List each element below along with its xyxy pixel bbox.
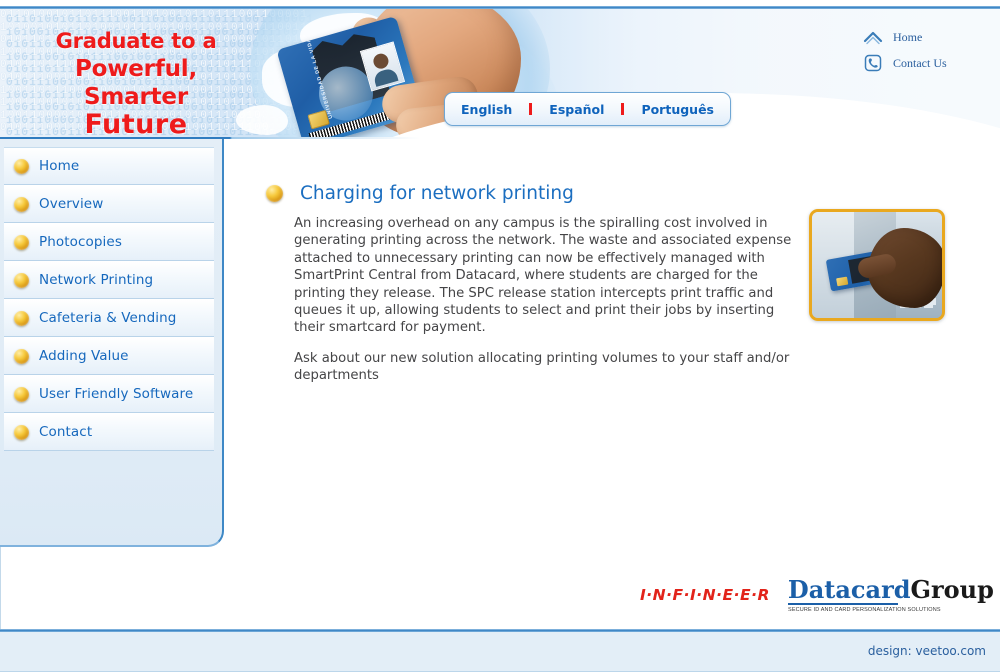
sidebar-item-photocopies[interactable]: Photocopies	[4, 223, 214, 261]
banner-headline: Graduate to a Powerful, Smarter Future	[20, 27, 252, 137]
bullet-sphere-icon	[14, 234, 29, 250]
headline-line-2: Powerful, Smarter	[74, 56, 198, 110]
footer-logos: I·N·F·I·N·E·E·R DatacardGroup SECURE ID …	[640, 578, 994, 622]
headline-line-3: Future	[84, 109, 188, 138]
portrait-face	[371, 51, 391, 71]
sidebar-panel: Home Overview Photocopies Network Printi…	[0, 139, 224, 547]
datacard-wordmark-blue: Datacard	[787, 575, 911, 604]
main-content: Charging for network printing An increas…	[226, 139, 1000, 629]
bullet-sphere-icon	[14, 158, 29, 174]
sidebar-item-label: Network Printing	[39, 272, 154, 288]
sidebar-item-home[interactable]: Home	[4, 147, 214, 185]
page-root: 0110100101101110011010010110111001100001…	[0, 0, 1000, 672]
bullet-sphere-icon	[14, 196, 29, 212]
card-chip-icon	[307, 109, 330, 130]
sidebar-item-label: User Friendly Software	[39, 386, 194, 402]
article-body: An increasing overhead on any campus is …	[294, 215, 807, 385]
datacard-tagline: SECURE ID AND CARD PERSONALIZATION SOLUT…	[787, 607, 941, 613]
design-credit[interactable]: design: veetoo.com	[868, 644, 986, 658]
sidebar-item-network-printing[interactable]: Network Printing	[4, 261, 214, 299]
datacard-wordmark: DatacardGroup	[788, 578, 994, 602]
utility-nav: Home Contact Us	[862, 24, 982, 76]
sidebar-menu: Home Overview Photocopies Network Printi…	[0, 147, 222, 451]
home-icon	[862, 26, 884, 48]
sidebar-item-contact[interactable]: Contact	[4, 413, 214, 451]
sidebar-item-label: Cafeteria & Vending	[39, 310, 177, 326]
language-tab-english[interactable]: English	[444, 102, 529, 117]
bullet-sphere-icon	[14, 310, 29, 326]
utility-nav-item-contact-us[interactable]: Contact Us	[862, 50, 982, 76]
sidebar-item-overview[interactable]: Overview	[4, 185, 214, 223]
utility-nav-label-contact-us: Contact Us	[893, 55, 947, 70]
footer-bar: design: veetoo.com	[0, 632, 1000, 672]
utility-nav-label-home: Home	[893, 29, 923, 44]
sidebar-item-label: Adding Value	[39, 348, 129, 364]
language-tab-portugues[interactable]: Português	[624, 102, 731, 117]
bullet-sphere-icon	[14, 424, 29, 440]
sidebar-item-user-friendly-software[interactable]: User Friendly Software	[4, 375, 214, 413]
sidebar-item-label: Home	[39, 158, 80, 174]
bullet-sphere-icon	[14, 348, 29, 364]
sidebar-item-label: Overview	[39, 196, 104, 212]
page-title-row: Charging for network printing	[266, 183, 574, 204]
datacard-wordmark-black: Group	[910, 575, 994, 604]
sidebar-item-label: Photocopies	[39, 234, 122, 250]
infineer-logo: I·N·F·I·N·E·E·R	[640, 586, 770, 604]
bullet-sphere-icon	[266, 185, 283, 202]
utility-nav-item-home[interactable]: Home	[862, 24, 982, 50]
language-selector-bar: English Español Português	[444, 92, 731, 126]
page-title: Charging for network printing	[300, 183, 574, 204]
bullet-sphere-icon	[14, 386, 29, 402]
sidebar-item-adding-value[interactable]: Adding Value	[4, 337, 214, 375]
datacard-group-logo: DatacardGroup SECURE ID AND CARD PERSONA…	[787, 578, 994, 613]
article-paragraph-1: An increasing overhead on any campus is …	[294, 216, 792, 336]
headline-line-1: Graduate to a	[55, 29, 217, 53]
bullet-sphere-icon	[14, 272, 29, 288]
article-paragraph-2: Ask about our new solution allocating pr…	[294, 350, 790, 384]
card-chip-icon	[836, 276, 849, 287]
portrait-body	[372, 67, 399, 87]
phone-icon	[862, 52, 884, 74]
sidebar-item-cafeteria-and-vending[interactable]: Cafeteria & Vending	[4, 299, 214, 337]
card-reader-photo	[809, 209, 945, 321]
language-tab-espanol[interactable]: Español	[532, 102, 621, 117]
sidebar-item-label: Contact	[39, 424, 93, 440]
